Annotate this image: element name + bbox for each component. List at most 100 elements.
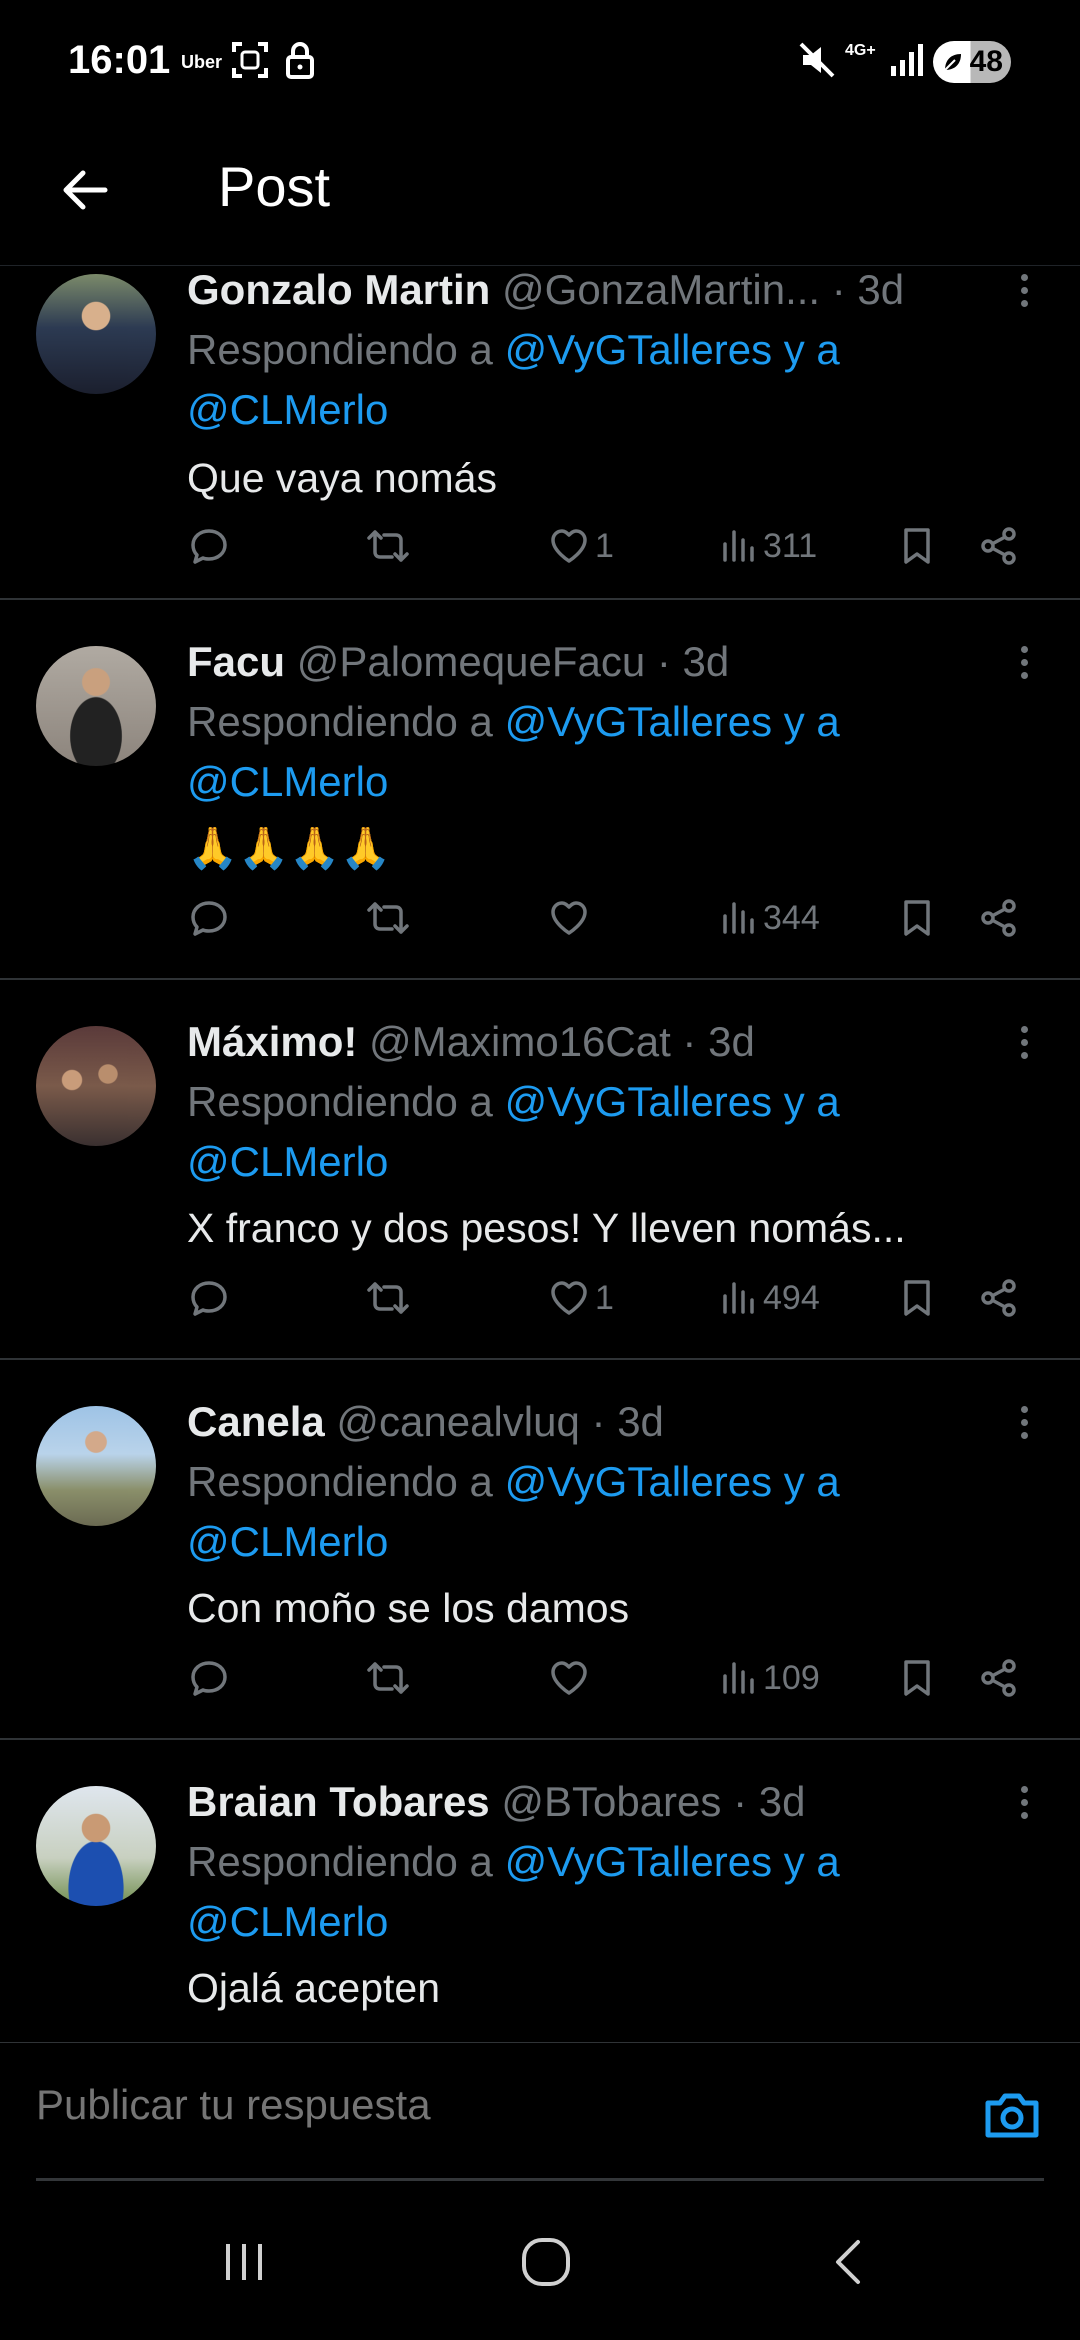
view-count: 344 [763, 898, 820, 937]
reply-post[interactable]: Gonzalo Martin @GonzaMartin... · 3d Resp… [0, 266, 1080, 600]
reply-input[interactable] [36, 2081, 936, 2129]
author-name[interactable]: Máximo! [187, 1018, 357, 1065]
avatar[interactable] [36, 646, 156, 766]
more-options-button[interactable] [1004, 1014, 1044, 1070]
repost-button[interactable] [363, 1270, 413, 1326]
mention-link[interactable]: @VyGTalleres y a [505, 1458, 840, 1505]
author-name[interactable]: Braian Tobares [187, 1778, 490, 1825]
replying-to: Respondiendo a @VyGTalleres y a @CLMerlo [187, 1838, 840, 1945]
views-button[interactable]: 109 [719, 1650, 820, 1706]
share-icon [981, 1279, 1016, 1317]
reply-button[interactable] [187, 518, 231, 574]
more-options-button[interactable] [1004, 1774, 1044, 1830]
network-type: 4G+ [845, 42, 876, 59]
like-button[interactable]: 1 [547, 518, 614, 574]
reply-post[interactable]: Braian Tobares @BTobares · 3d Respondien… [0, 1740, 1080, 2042]
mention-link[interactable]: @VyGTalleres y a [505, 1078, 840, 1125]
like-button[interactable] [547, 890, 595, 946]
mention-link[interactable]: @CLMerlo [187, 1898, 388, 1945]
system-back-button[interactable] [800, 2222, 900, 2302]
reply-icon [191, 1661, 227, 1696]
views-icon [723, 530, 754, 562]
views-button[interactable]: 494 [719, 1270, 820, 1326]
reply-post[interactable]: Canela @canealvluq · 3d Respondiendo a @… [0, 1360, 1080, 1740]
recents-icon [226, 2244, 262, 2280]
author-name[interactable]: Canela [187, 1398, 325, 1445]
mention-link[interactable]: @VyGTalleres y a [505, 698, 840, 745]
share-button[interactable] [977, 1270, 1021, 1326]
replies-feed[interactable]: Gonzalo Martin @GonzaMartin... · 3d Resp… [0, 266, 1080, 2042]
views-button[interactable]: 311 [719, 518, 817, 574]
reply-button[interactable] [187, 1270, 231, 1326]
mention-link[interactable]: @CLMerlo [187, 758, 388, 805]
mention-link[interactable]: @VyGTalleres y a [505, 326, 840, 373]
author-handle[interactable]: @GonzaMartin... [502, 266, 820, 313]
post-text: Que vaya nomás [187, 455, 497, 501]
share-button[interactable] [977, 890, 1021, 946]
replying-to: Respondiendo a @VyGTalleres y a @CLMerlo [187, 1458, 840, 1565]
more-icon [1020, 1025, 1028, 1033]
more-options-button[interactable] [1004, 266, 1044, 318]
post-text: X franco y dos pesos! Y lleven nomás... [187, 1205, 906, 1251]
reply-icon [191, 1281, 227, 1316]
divider [36, 2178, 1044, 2181]
avatar[interactable] [36, 1786, 156, 1906]
view-count: 109 [763, 1658, 820, 1697]
avatar[interactable] [36, 274, 156, 394]
reply-icon [191, 529, 227, 564]
like-button[interactable]: 1 [547, 1270, 614, 1326]
bookmark-button[interactable] [897, 1270, 937, 1326]
mention-link[interactable]: @CLMerlo [187, 1138, 388, 1185]
post-time: 3d [758, 1778, 806, 1825]
post-time: 3d [857, 266, 905, 313]
camera-icon [985, 2093, 1039, 2138]
camera-button[interactable] [980, 2083, 1044, 2147]
post-time: 3d [682, 638, 730, 685]
share-button[interactable] [977, 518, 1021, 574]
reply-button[interactable] [187, 1650, 231, 1706]
mute-icon [799, 42, 835, 78]
author-handle[interactable]: @PalomequeFacu [297, 638, 646, 685]
bookmark-icon [904, 528, 930, 564]
home-icon [522, 2238, 570, 2286]
like-button[interactable] [547, 1650, 595, 1706]
reply-post[interactable]: Máximo! @Maximo16Cat · 3d Respondiendo a… [0, 980, 1080, 1360]
signal-icon [891, 44, 923, 76]
repost-button[interactable] [363, 890, 413, 946]
share-icon [981, 1659, 1016, 1697]
recents-button[interactable] [194, 2222, 294, 2302]
mention-link[interactable]: @VyGTalleres y a [505, 1838, 840, 1885]
back-button[interactable] [50, 155, 120, 225]
like-icon [551, 1281, 587, 1315]
repost-button[interactable] [363, 518, 413, 574]
more-options-button[interactable] [1004, 634, 1044, 690]
top-app-bar: Post [0, 120, 1080, 266]
author-name[interactable]: Facu [187, 638, 285, 685]
views-button[interactable]: 344 [719, 890, 820, 946]
mention-link[interactable]: @CLMerlo [187, 386, 388, 433]
bookmark-button[interactable] [897, 518, 937, 574]
reply-icon [191, 901, 227, 936]
avatar[interactable] [36, 1026, 156, 1146]
author-handle[interactable]: @Maximo16Cat [369, 1018, 671, 1065]
more-icon [1020, 273, 1028, 281]
more-icon [1020, 1405, 1028, 1413]
bookmark-button[interactable] [897, 890, 937, 946]
author-handle[interactable]: @canealvluq [336, 1398, 579, 1445]
home-button[interactable] [496, 2222, 596, 2302]
author-handle[interactable]: @BTobares [501, 1778, 721, 1825]
post-time: 3d [708, 1018, 755, 1065]
share-button[interactable] [977, 1650, 1021, 1706]
post-actions: 1 494 [187, 1270, 1047, 1326]
status-time: 16:01 [68, 38, 171, 82]
reply-post[interactable]: Facu @PalomequeFacu · 3d Respondiendo a … [0, 600, 1080, 980]
author-name[interactable]: Gonzalo Martin [187, 266, 490, 313]
reply-button[interactable] [187, 890, 231, 946]
avatar[interactable] [36, 1406, 156, 1526]
more-options-button[interactable] [1004, 1394, 1044, 1450]
back-icon [836, 2240, 860, 2284]
bookmark-button[interactable] [897, 1650, 937, 1706]
mention-link[interactable]: @CLMerlo [187, 1518, 388, 1565]
repost-button[interactable] [363, 1650, 413, 1706]
battery-indicator: 48 [933, 41, 1011, 83]
